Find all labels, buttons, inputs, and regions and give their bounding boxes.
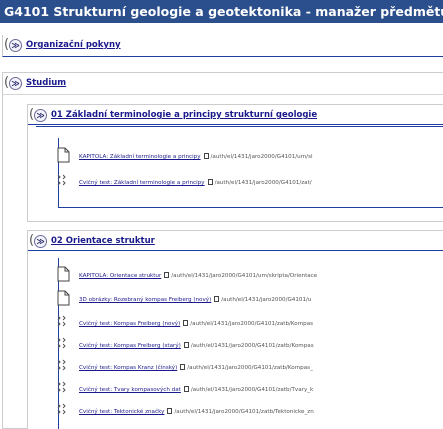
list-item[interactable]: KAPITOLA: Základní terminologie a princi…: [55, 146, 443, 170]
item-path: /auth/el/1431/jaro2000/G4101/zatb/Kompas: [190, 321, 314, 327]
test-icon: [57, 381, 66, 393]
list-item[interactable]: Cvičný test: Kompas Kranz (čínský) /auth/…: [55, 357, 443, 381]
list-item[interactable]: Cvičný test: Kompas Freiberg (starý) /aut…: [55, 335, 443, 359]
item-link[interactable]: Cvičný test: Základní terminologie a pri…: [79, 180, 205, 186]
section-title-02[interactable]: 02 Orientace struktur: [51, 236, 155, 246]
collapse-toggle-icon[interactable]: ≫: [34, 235, 47, 248]
item-link[interactable]: 3D obrázky: Rozebraný kompas Freiberg (n…: [79, 297, 211, 303]
item-path: /auth/el/1431/jaro2000/G4101/u: [221, 297, 312, 303]
file-icon: [214, 296, 220, 302]
item-link[interactable]: KAPITOLA: Orientace struktur: [79, 273, 161, 279]
test-icon: [57, 174, 66, 186]
item-link[interactable]: Cvičný test: Tvary kompasových dat: [79, 387, 181, 393]
item-path: /auth/el/1431/jaro2000/G4101/um/skripta/…: [171, 273, 318, 279]
item-link[interactable]: KAPITOLA: Základní terminologie a princi…: [79, 154, 201, 160]
test-icon: [57, 359, 66, 371]
collapse-toggle-icon[interactable]: ≫: [9, 39, 22, 52]
item-path: /auth/el/1431/jaro2000/G4101/zatb/Kompas…: [187, 365, 313, 371]
list-item[interactable]: Cvičný test: Základní terminologie a pri…: [55, 172, 443, 196]
file-icon: [183, 386, 189, 392]
file-icon: [164, 272, 170, 278]
item-path: /auth/el/1431/jaro2000/G4101/zat/: [214, 180, 312, 186]
file-icon: [203, 153, 209, 159]
page-title: G4101 Strukturní geologie a geotektonika…: [0, 0, 443, 23]
list-item[interactable]: Cvičný test: Tvary kompasových dat/auth/…: [55, 379, 443, 403]
test-icon: [57, 337, 66, 349]
list-item[interactable]: Cvičný test: Tektonické značky/auth/el/1…: [55, 401, 443, 425]
section-title-01[interactable]: 01 Základní terminologie a principy stru…: [51, 110, 317, 120]
file-icon: [207, 179, 213, 185]
file-icon: [183, 342, 189, 348]
list-item[interactable]: Cvičný test: Kompas Freiberg (nový) /auth…: [55, 313, 443, 337]
list-item[interactable]: KAPITOLA: Orientace struktur/auth/el/143…: [55, 265, 443, 289]
collapse-toggle-icon[interactable]: ≫: [9, 77, 22, 90]
item-link[interactable]: Cvičný test: Kompas Kranz (čínský): [79, 365, 177, 371]
list-item[interactable]: 3D obrázky: Rozebraný kompas Freiberg (n…: [55, 289, 443, 313]
item-path: /auth/el/1431/jaro2000/G4101/zatb/Tekton…: [174, 409, 314, 415]
test-icon: [57, 403, 66, 415]
divider: [36, 126, 443, 127]
document-icon: [57, 266, 70, 282]
section-organizacni-pokyny: ( ≫ Organizační pokyny: [2, 35, 443, 65]
section-title-studium[interactable]: Studium: [26, 78, 66, 88]
document-icon: [57, 147, 70, 163]
section-title-organizacni[interactable]: Organizační pokyny: [26, 40, 121, 50]
file-icon: [180, 364, 186, 370]
file-icon: [167, 408, 173, 414]
test-icon: [57, 315, 66, 327]
item-path: /auth/el/1431/jaro2000/G4101/zatb/Tvary_…: [190, 387, 314, 393]
item-link[interactable]: Cvičný test: Kompas Freiberg (nový): [79, 321, 180, 327]
file-icon: [183, 320, 189, 326]
item-link[interactable]: Cvičný test: Kompas Freiberg (starý): [79, 343, 181, 349]
collapse-toggle-icon[interactable]: ≫: [34, 109, 47, 122]
item-link[interactable]: Cvičný test: Tektonické značky: [79, 409, 164, 415]
item-path: /auth/el/1431/jaro2000/G4101/um/sl: [210, 154, 313, 160]
document-icon: [57, 290, 70, 306]
item-path: /auth/el/1431/jaro2000/G4101/zatb/Kompas: [190, 343, 314, 349]
